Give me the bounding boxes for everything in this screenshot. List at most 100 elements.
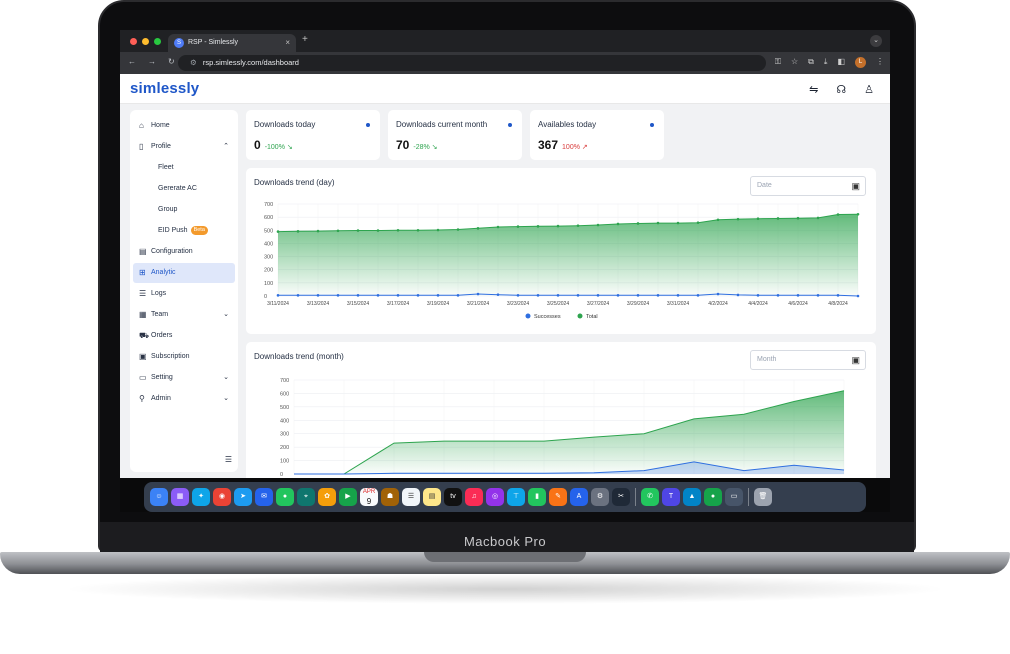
teams-icon[interactable]: T [662, 488, 680, 506]
podcasts-icon[interactable]: ◎ [486, 488, 504, 506]
sidebar-item-subscription[interactable]: ▣ Subscription [133, 347, 235, 367]
sidebar-item-configuration[interactable]: ▤ Configuration [133, 242, 235, 262]
y-tick-label: 200 [280, 445, 289, 451]
preview-icon[interactable]: ▭ [725, 488, 743, 506]
simlessly-logo[interactable]: simlessly [130, 80, 199, 97]
bookmark-star-icon[interactable]: ☆ [791, 57, 798, 68]
notes-icon[interactable]: ▤ [423, 488, 441, 506]
close-window-button[interactable] [130, 38, 137, 45]
site-settings-icon[interactable]: ⚙ [190, 58, 197, 67]
sidebar-item-logs[interactable]: ☰ Logs [133, 284, 235, 304]
sidebar-item-fleet[interactable]: Fleet [133, 158, 235, 178]
signpost-icon[interactable]: ⇋ [809, 83, 818, 96]
team-icon: ▦ [139, 310, 147, 319]
pages-icon[interactable]: ✎ [549, 488, 567, 506]
y-tick-label: 600 [280, 391, 289, 397]
maximize-window-button[interactable] [154, 38, 161, 45]
macos-dock: ☺ ▦ ✦ ◉ ➤ ✉ ● ⌖ ✿ ▶ APR 9 ☗ ☰ ▤ tv ♫ ◎ ⊤ … [144, 482, 866, 512]
home-icon: ⌂ [139, 121, 144, 130]
sidebar-item-profile[interactable]: ▯ Profile ⌃ [133, 137, 235, 157]
photos-icon[interactable]: ✿ [318, 488, 336, 506]
new-tab-button[interactable]: + [302, 34, 308, 45]
sidebar-item-analytic[interactable]: ⊞ Analytic [133, 263, 235, 283]
facetime-icon[interactable]: ▶ [339, 488, 357, 506]
minimize-window-button[interactable] [142, 38, 149, 45]
sidebar-item-orders[interactable]: ⛟ Orders [133, 326, 235, 346]
total-point [756, 217, 760, 221]
successes-point [556, 294, 560, 297]
laptop-shadow [60, 574, 950, 604]
back-icon[interactable]: ← [128, 57, 136, 66]
chart-card-month: Downloads trend (month) Month ▣ 0 100 200 30… [246, 342, 876, 478]
total-point [676, 221, 680, 225]
support-headset-icon[interactable]: ☊ [836, 83, 846, 96]
successes-point [716, 292, 720, 296]
messages-icon[interactable]: ● [276, 488, 294, 506]
total-point [356, 229, 360, 232]
forward-icon[interactable]: → [148, 57, 156, 66]
download-icon[interactable]: ⤓ [824, 57, 828, 68]
mountain-app-icon[interactable]: ▲ [683, 488, 701, 506]
launchpad-icon[interactable]: ▦ [171, 488, 189, 506]
side-panel-icon[interactable]: ◧ [837, 57, 845, 68]
sidebar-item-setting[interactable]: ▭ Setting ⌄ [133, 368, 235, 388]
extensions-icon[interactable]: ⧉ [808, 57, 814, 68]
trend-down-icon: ↘ [431, 144, 438, 151]
maps-icon[interactable]: ⌖ [297, 488, 315, 506]
browser-menu-icon[interactable]: ⋮ [876, 57, 884, 68]
date-picker[interactable]: Date ▣ [750, 176, 866, 196]
messages-send-icon[interactable]: ➤ [234, 488, 252, 506]
collapse-sidebar-icon[interactable]: ☰ [225, 455, 232, 464]
logs-icon: ☰ [139, 289, 147, 298]
total-point [696, 221, 700, 224]
mail-icon[interactable]: ✉ [255, 488, 273, 506]
system-settings-icon[interactable]: ⚙ [591, 488, 609, 506]
final-cut-icon[interactable]: ✂ [612, 488, 630, 506]
apple-tv-icon[interactable]: tv [444, 488, 462, 506]
music-icon[interactable]: ♫ [465, 488, 483, 506]
chrome-icon[interactable]: ◉ [213, 488, 231, 506]
legend-total-label: Total [586, 314, 598, 320]
month-picker[interactable]: Month ▣ [750, 350, 866, 370]
favicon-icon: S [174, 38, 184, 48]
whatsapp-icon[interactable]: ✆ [641, 488, 659, 506]
date-placeholder: Date [757, 182, 772, 189]
successes-point [856, 294, 860, 298]
user-icon[interactable]: ♙ [864, 83, 874, 96]
sidebar-item-home[interactable]: ⌂ Home [133, 116, 235, 136]
browser-tab[interactable]: S RSP - Simlessly × [168, 34, 296, 52]
wechat-icon[interactable]: ● [704, 488, 722, 506]
tab-search-icon[interactable]: ⌄ [870, 35, 882, 47]
keynote-icon[interactable]: ⊤ [507, 488, 525, 506]
address-bar[interactable]: ⚙ rsp.simlessly.com/dashboard [178, 55, 766, 71]
sidebar-item-label: Analytic [151, 269, 176, 276]
contacts-icon[interactable]: ☗ [381, 488, 399, 506]
trash-icon[interactable]: 🗑 [754, 488, 772, 506]
total-point [316, 229, 320, 233]
total-point [536, 225, 540, 228]
finder-icon[interactable]: ☺ [150, 488, 168, 506]
sidebar-item-group[interactable]: Group [133, 200, 235, 220]
x-tick-label: 3/29/2024 [627, 301, 649, 307]
close-tab-icon[interactable]: × [285, 34, 290, 52]
profile-avatar-icon[interactable]: L [855, 57, 866, 68]
x-tick-label: 4/8/2024 [828, 301, 848, 307]
total-area [278, 214, 858, 296]
chevron-down-icon: ⌄ [223, 311, 229, 318]
reload-icon[interactable]: ↻ [168, 57, 175, 66]
safari-icon[interactable]: ✦ [192, 488, 210, 506]
numbers-icon[interactable]: ▮ [528, 488, 546, 506]
app-store-icon[interactable]: A [570, 488, 588, 506]
sidebar-item-admin[interactable]: ⚲ Admin ⌄ [133, 389, 235, 409]
password-key-icon[interactable]: ⚿ [775, 57, 781, 68]
total-point [576, 224, 580, 227]
sidebar-item-eid-push[interactable]: EID Push Beta [133, 221, 235, 241]
sidebar-item-generate-ac[interactable]: Gererate AC [133, 179, 235, 199]
total-point [456, 228, 460, 231]
total-point [636, 222, 640, 225]
successes-point [316, 294, 320, 297]
sidebar-item-team[interactable]: ▦ Team ⌄ [133, 305, 235, 325]
calendar-app-icon[interactable]: APR 9 [360, 488, 378, 506]
reminders-icon[interactable]: ☰ [402, 488, 420, 506]
month-placeholder: Month [757, 356, 777, 363]
